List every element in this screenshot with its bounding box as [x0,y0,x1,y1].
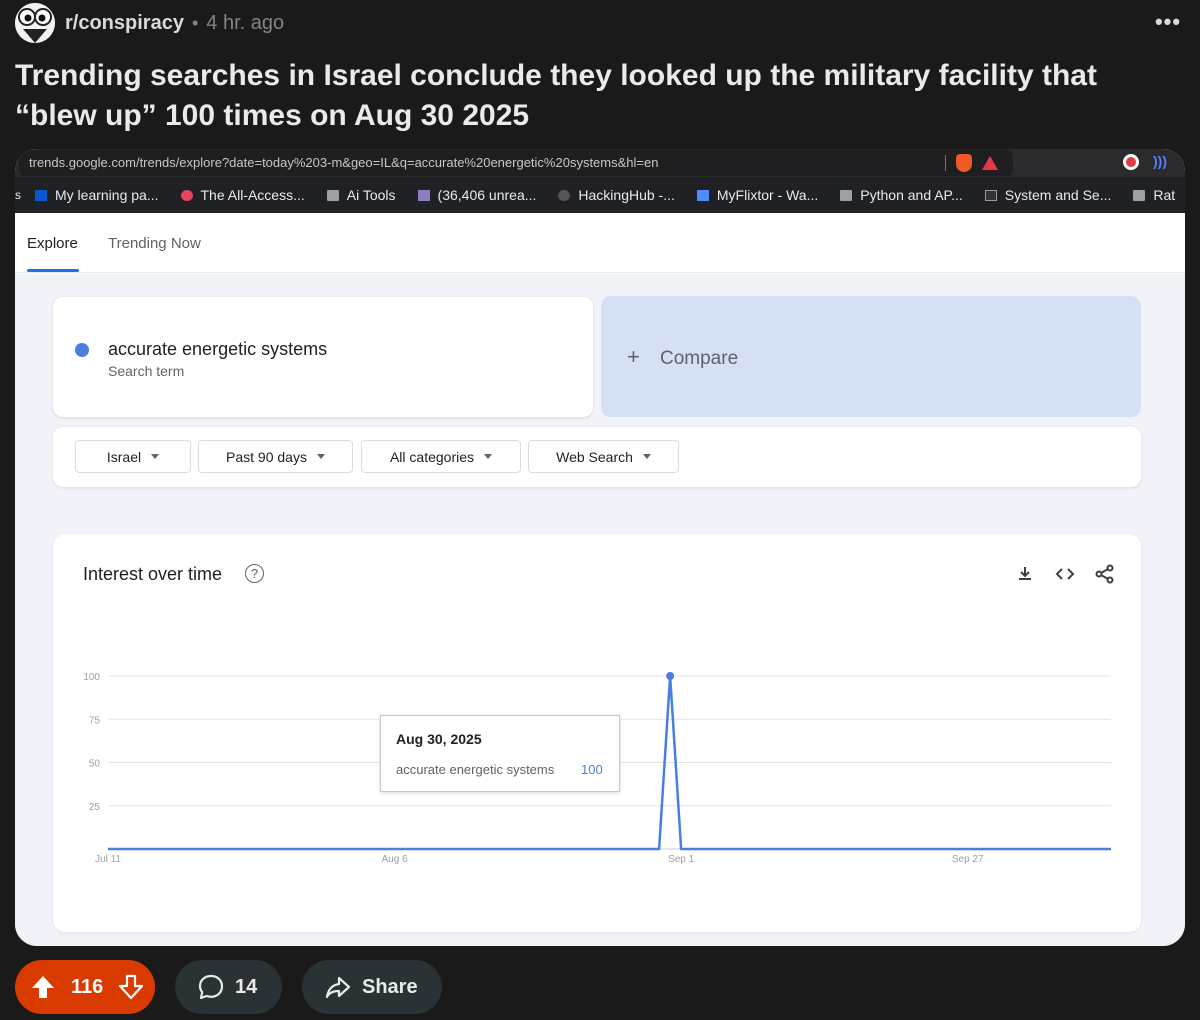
bookmark-label: Python and AP... [860,187,963,203]
category-dropdown[interactable]: All categories [361,440,521,473]
bookmarks-bar: s My learning pa... The All-Access... Ai… [15,177,1185,213]
comment-icon [198,974,224,1000]
caret-down-icon [151,454,160,459]
bookmark-label: (36,406 unrea... [437,187,537,203]
bookmark-label: HackingHub -... [578,187,675,203]
brave-shield-icon[interactable] [956,154,972,172]
address-field[interactable]: trends.google.com/trends/explore?date=to… [19,150,1013,176]
search-term-name[interactable]: accurate energetic systems [108,339,327,360]
terminal-icon [984,189,997,201]
peak-point[interactable] [666,672,675,680]
tooltip-date: Aug 30, 2025 [396,731,482,747]
period-dropdown[interactable]: Past 90 days [198,440,353,473]
plus-icon: + [627,344,640,369]
myflixtor-icon [696,189,709,201]
bookmark-label: The All-Access... [200,187,305,203]
folder-icon [1133,189,1146,201]
x-tick-label: Aug 6 [382,854,409,865]
separator-dot: • [191,12,199,33]
comment-count: 14 [235,975,258,998]
interest-over-time-card: Interest over time ? 100 75 50 25 Jul 11 Aug … [53,534,1141,932]
comments-button[interactable]: 14 [175,960,282,1014]
vote-bar: 116 [15,960,155,1014]
downvote-icon[interactable] [117,973,145,1001]
search-term-type: Search term [108,363,185,379]
address-field-icons [945,154,998,172]
subreddit-avatar[interactable] [15,3,55,43]
mail-icon [417,189,430,201]
pokeball-extension-icon[interactable] [1123,154,1139,170]
x-tick-label: Sep 1 [668,854,695,865]
folder-icon [840,189,853,201]
star-icon [180,189,193,201]
region-value: Israel [106,448,142,465]
folder-icon [326,189,339,201]
bookmark-label: MyFlixtor - Wa... [716,187,819,203]
browser-url-bar: trends.google.com/trends/explore?date=to… [15,149,1185,177]
y-tick-label: 75 [89,715,101,726]
trends-nav: Explore Trending Now [15,213,1185,273]
share-label: Share [362,975,418,998]
divider [945,155,946,171]
caret-down-icon [484,454,493,459]
caret-down-icon [642,454,651,459]
bookmark-item[interactable]: Python and AP... [840,187,963,203]
tooltip-series-name: accurate energetic systems [396,762,555,777]
bookmark-label: My learning pa... [55,187,159,203]
bookmark-label: System and Se... [1004,187,1112,203]
bookmark-overflow-stub[interactable]: s [15,188,21,202]
tooltip-value: 100 [581,762,603,777]
active-tab-indicator [27,269,79,272]
search-term-card[interactable]: accurate energetic systems Search term [53,297,593,417]
vote-count: 116 [71,975,104,998]
series-color-dot [75,343,89,357]
hackinghub-icon [558,189,571,201]
x-tick-label: Sep 27 [952,854,984,865]
y-tick-label: 25 [89,802,101,813]
post-title[interactable]: Trending searches in Israel conclude the… [15,56,1185,136]
bookmark-item[interactable]: The All-Access... [180,187,305,203]
tab-explore[interactable]: Explore [27,235,78,252]
post-image[interactable]: trends.google.com/trends/explore?date=to… [15,149,1185,946]
bookmark-item[interactable]: MyFlixtor - Wa... [696,187,819,203]
bookmark-item[interactable]: Rat [1133,187,1175,203]
chart-tooltip: Aug 30, 2025 accurate energetic systems … [380,715,620,792]
checkmark-icon [35,189,47,201]
share-arrow-icon [325,976,351,999]
caret-down-icon [316,454,325,459]
post-time: 4 hr. ago [206,11,285,34]
wifi-extension-icon[interactable]: ))) [1153,153,1167,169]
compare-button[interactable]: + Compare [601,296,1141,417]
bookmark-item[interactable]: (36,406 unrea... [417,187,537,203]
bookmark-item[interactable]: Ai Tools [326,187,396,203]
upvote-icon[interactable] [29,973,57,1001]
source-value: Web Search [556,448,633,465]
filters-bar: Israel Past 90 days All categories Web S… [53,427,1141,487]
url-text: trends.google.com/trends/explore?date=to… [29,155,659,170]
x-tick-label: Jul 11 [95,854,121,865]
y-tick-label: 50 [89,759,101,770]
period-value: Past 90 days [226,448,307,465]
category-value: All categories [389,448,475,465]
eyes-logo-icon [15,3,55,43]
bookmark-item[interactable]: My learning pa... [35,187,159,203]
post-header: r/conspiracy • 4 hr. ago ••• [15,2,1185,44]
share-button[interactable]: Share [302,960,442,1014]
compare-label: Compare [660,348,739,369]
more-options-button[interactable]: ••• [1151,9,1185,34]
bookmark-label: Ai Tools [346,187,396,203]
subreddit-name[interactable]: r/conspiracy [65,12,184,35]
source-dropdown[interactable]: Web Search [528,440,679,473]
bookmark-label: Rat [1153,187,1176,203]
bookmark-item[interactable]: System and Se... [984,187,1112,203]
brave-rewards-icon[interactable] [982,156,998,170]
bookmark-item[interactable]: HackingHub -... [558,187,675,203]
y-tick-label: 100 [83,672,100,683]
region-dropdown[interactable]: Israel [75,440,191,473]
tab-trending-now[interactable]: Trending Now [108,235,201,252]
